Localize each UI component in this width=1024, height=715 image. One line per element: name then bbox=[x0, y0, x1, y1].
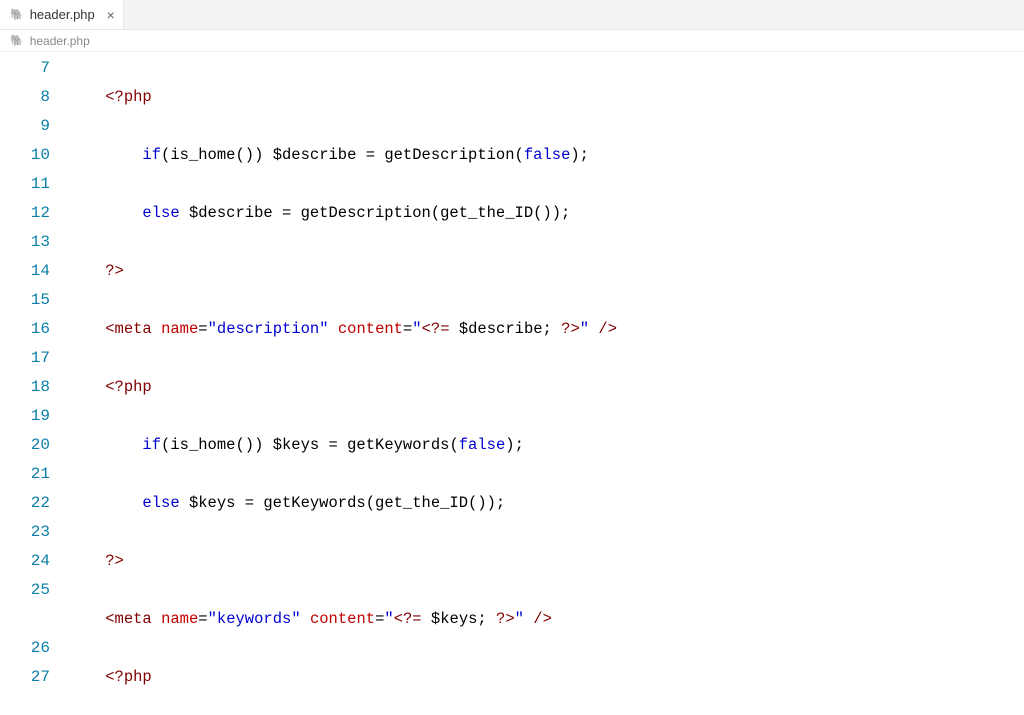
breadcrumb-filename: header.php bbox=[30, 34, 90, 48]
code-line: if(is_home()) $keys = getKeywords(false)… bbox=[68, 431, 1024, 460]
code-line: ?> bbox=[68, 257, 1024, 286]
code-line: else $describe = getDescription(get_the_… bbox=[68, 199, 1024, 228]
editor-container: 🐘 header.php × 🐘 header.php 7 8 9 10 11 … bbox=[0, 0, 1024, 715]
code-area[interactable]: 7 8 9 10 11 12 13 14 15 16 17 18 19 20 2… bbox=[0, 52, 1024, 715]
tab-filename: header.php bbox=[30, 7, 95, 22]
tab-bar: 🐘 header.php × bbox=[0, 0, 1024, 30]
tab-header-php[interactable]: 🐘 header.php × bbox=[0, 0, 124, 29]
php-file-icon: 🐘 bbox=[10, 34, 24, 47]
close-icon[interactable]: × bbox=[107, 7, 115, 23]
line-number-gutter: 7 8 9 10 11 12 13 14 15 16 17 18 19 20 2… bbox=[0, 52, 68, 715]
code-line: <meta name="keywords" content="<?= $keys… bbox=[68, 605, 1024, 634]
code-content[interactable]: <?php if(is_home()) $describe = getDescr… bbox=[68, 52, 1024, 715]
code-line: <?php bbox=[68, 373, 1024, 402]
code-line: else $keys = getKeywords(get_the_ID()); bbox=[68, 489, 1024, 518]
code-line: ?> bbox=[68, 547, 1024, 576]
php-file-icon: 🐘 bbox=[10, 8, 24, 21]
code-line: <?php bbox=[68, 663, 1024, 692]
code-line: <?php bbox=[68, 83, 1024, 112]
code-line: if(is_home()) $describe = getDescription… bbox=[68, 141, 1024, 170]
code-line: <meta name="description" content="<?= $d… bbox=[68, 315, 1024, 344]
breadcrumb-bar: 🐘 header.php bbox=[0, 30, 1024, 52]
